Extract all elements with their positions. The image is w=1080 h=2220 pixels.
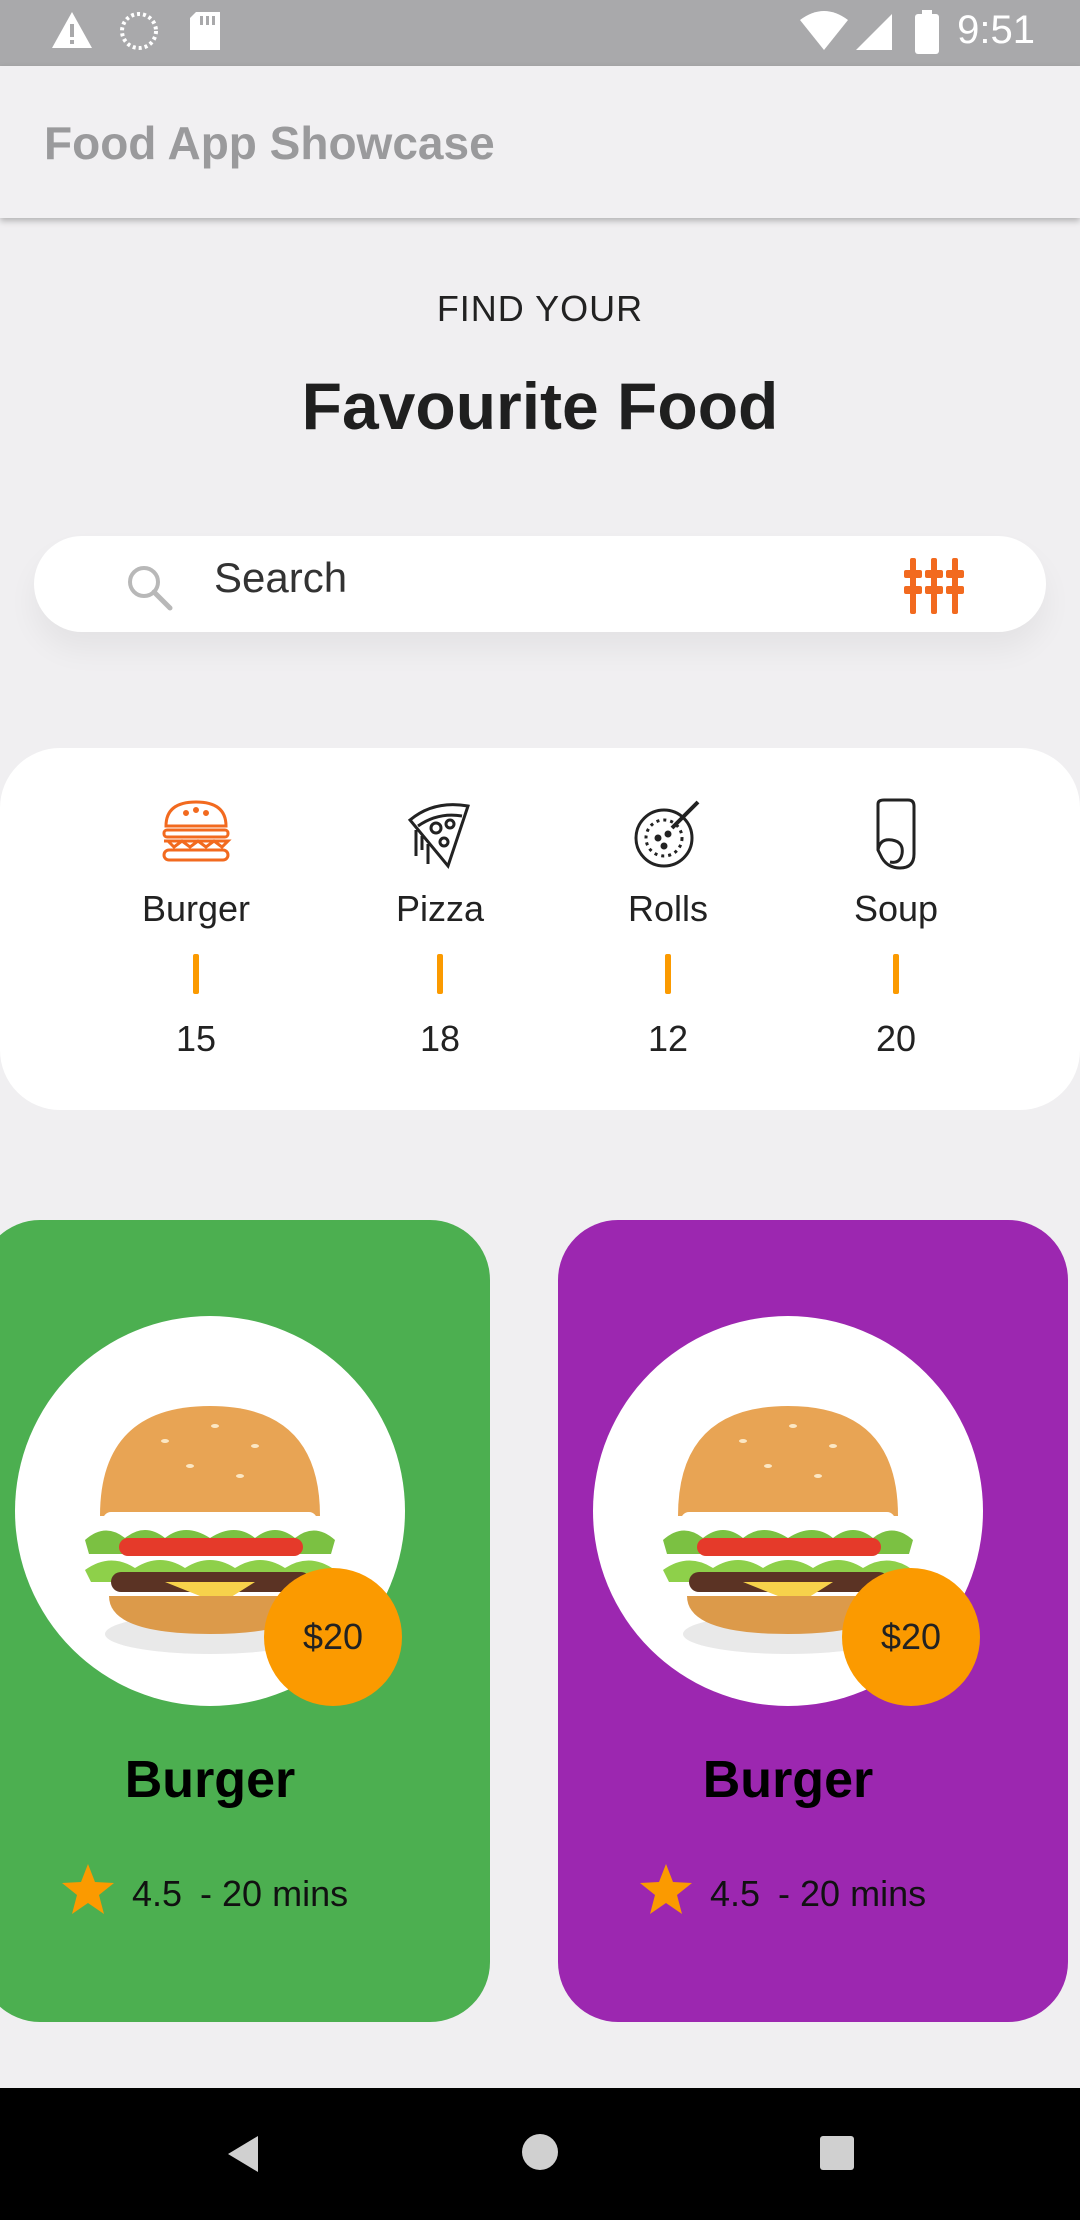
category-label: Soup (853, 888, 939, 929)
rating-value: 4.5 (132, 1872, 183, 1914)
category-count: 20 (875, 1018, 917, 1059)
signal-icon (854, 10, 894, 57)
search-icon (122, 560, 178, 621)
back-icon[interactable] (222, 2132, 262, 2181)
category-label: Rolls (627, 888, 708, 929)
food-title: Burger (124, 1751, 296, 1809)
category-count: 18 (419, 1018, 461, 1059)
category-label: Burger (141, 888, 251, 929)
page-title: Favourite Food (301, 369, 779, 443)
app-bar: Food App Showcase (0, 66, 1080, 218)
prep-time: - 20 mins (190, 1872, 349, 1914)
category-label: Pizza (395, 888, 485, 929)
soup-icon (860, 798, 932, 875)
sync-icon (118, 10, 160, 57)
pizza-icon (404, 798, 476, 875)
star-icon (638, 1862, 694, 1925)
food-card[interactable]: $20 Burger 4.5 - 20 mins (0, 1220, 490, 2022)
burger-icon (160, 798, 232, 869)
search-input[interactable]: Search (214, 554, 347, 602)
battery-icon (914, 10, 940, 59)
home-icon[interactable] (520, 2132, 560, 2177)
header-subtitle: FIND YOUR (436, 288, 644, 329)
category-divider (193, 954, 199, 994)
clock: 9:51 (957, 8, 1035, 52)
food-card[interactable]: $20 Burger 4.5 - 20 mins (558, 1220, 1068, 2022)
category-count: 15 (175, 1018, 217, 1059)
food-meta: 4.5 - 20 mins (60, 1862, 348, 1925)
star-icon (60, 1862, 116, 1925)
recents-icon[interactable] (818, 2134, 856, 2177)
rolls-icon (632, 798, 704, 875)
warning-icon (50, 10, 94, 55)
wifi-icon (798, 10, 850, 57)
category-divider (665, 954, 671, 994)
prep-time: - 20 mins (768, 1872, 927, 1914)
filter-icon[interactable] (902, 556, 966, 621)
category-divider (893, 954, 899, 994)
category-count: 12 (647, 1018, 689, 1059)
category-panel: Burger 15 Pizza 18 Rolls 12 Soup 20 (0, 748, 1080, 1110)
search-bar[interactable]: Search (34, 536, 1046, 632)
rating-value: 4.5 (710, 1872, 761, 1914)
status-bar: 9:51 (0, 0, 1080, 66)
price-badge: $20 (264, 1568, 402, 1706)
app-title: Food App Showcase (44, 117, 495, 169)
food-title: Burger (702, 1751, 874, 1809)
category-divider (437, 954, 443, 994)
sd-card-icon (188, 10, 222, 57)
system-nav-bar (0, 2088, 1080, 2220)
food-meta: 4.5 - 20 mins (638, 1862, 926, 1925)
price-badge: $20 (842, 1568, 980, 1706)
